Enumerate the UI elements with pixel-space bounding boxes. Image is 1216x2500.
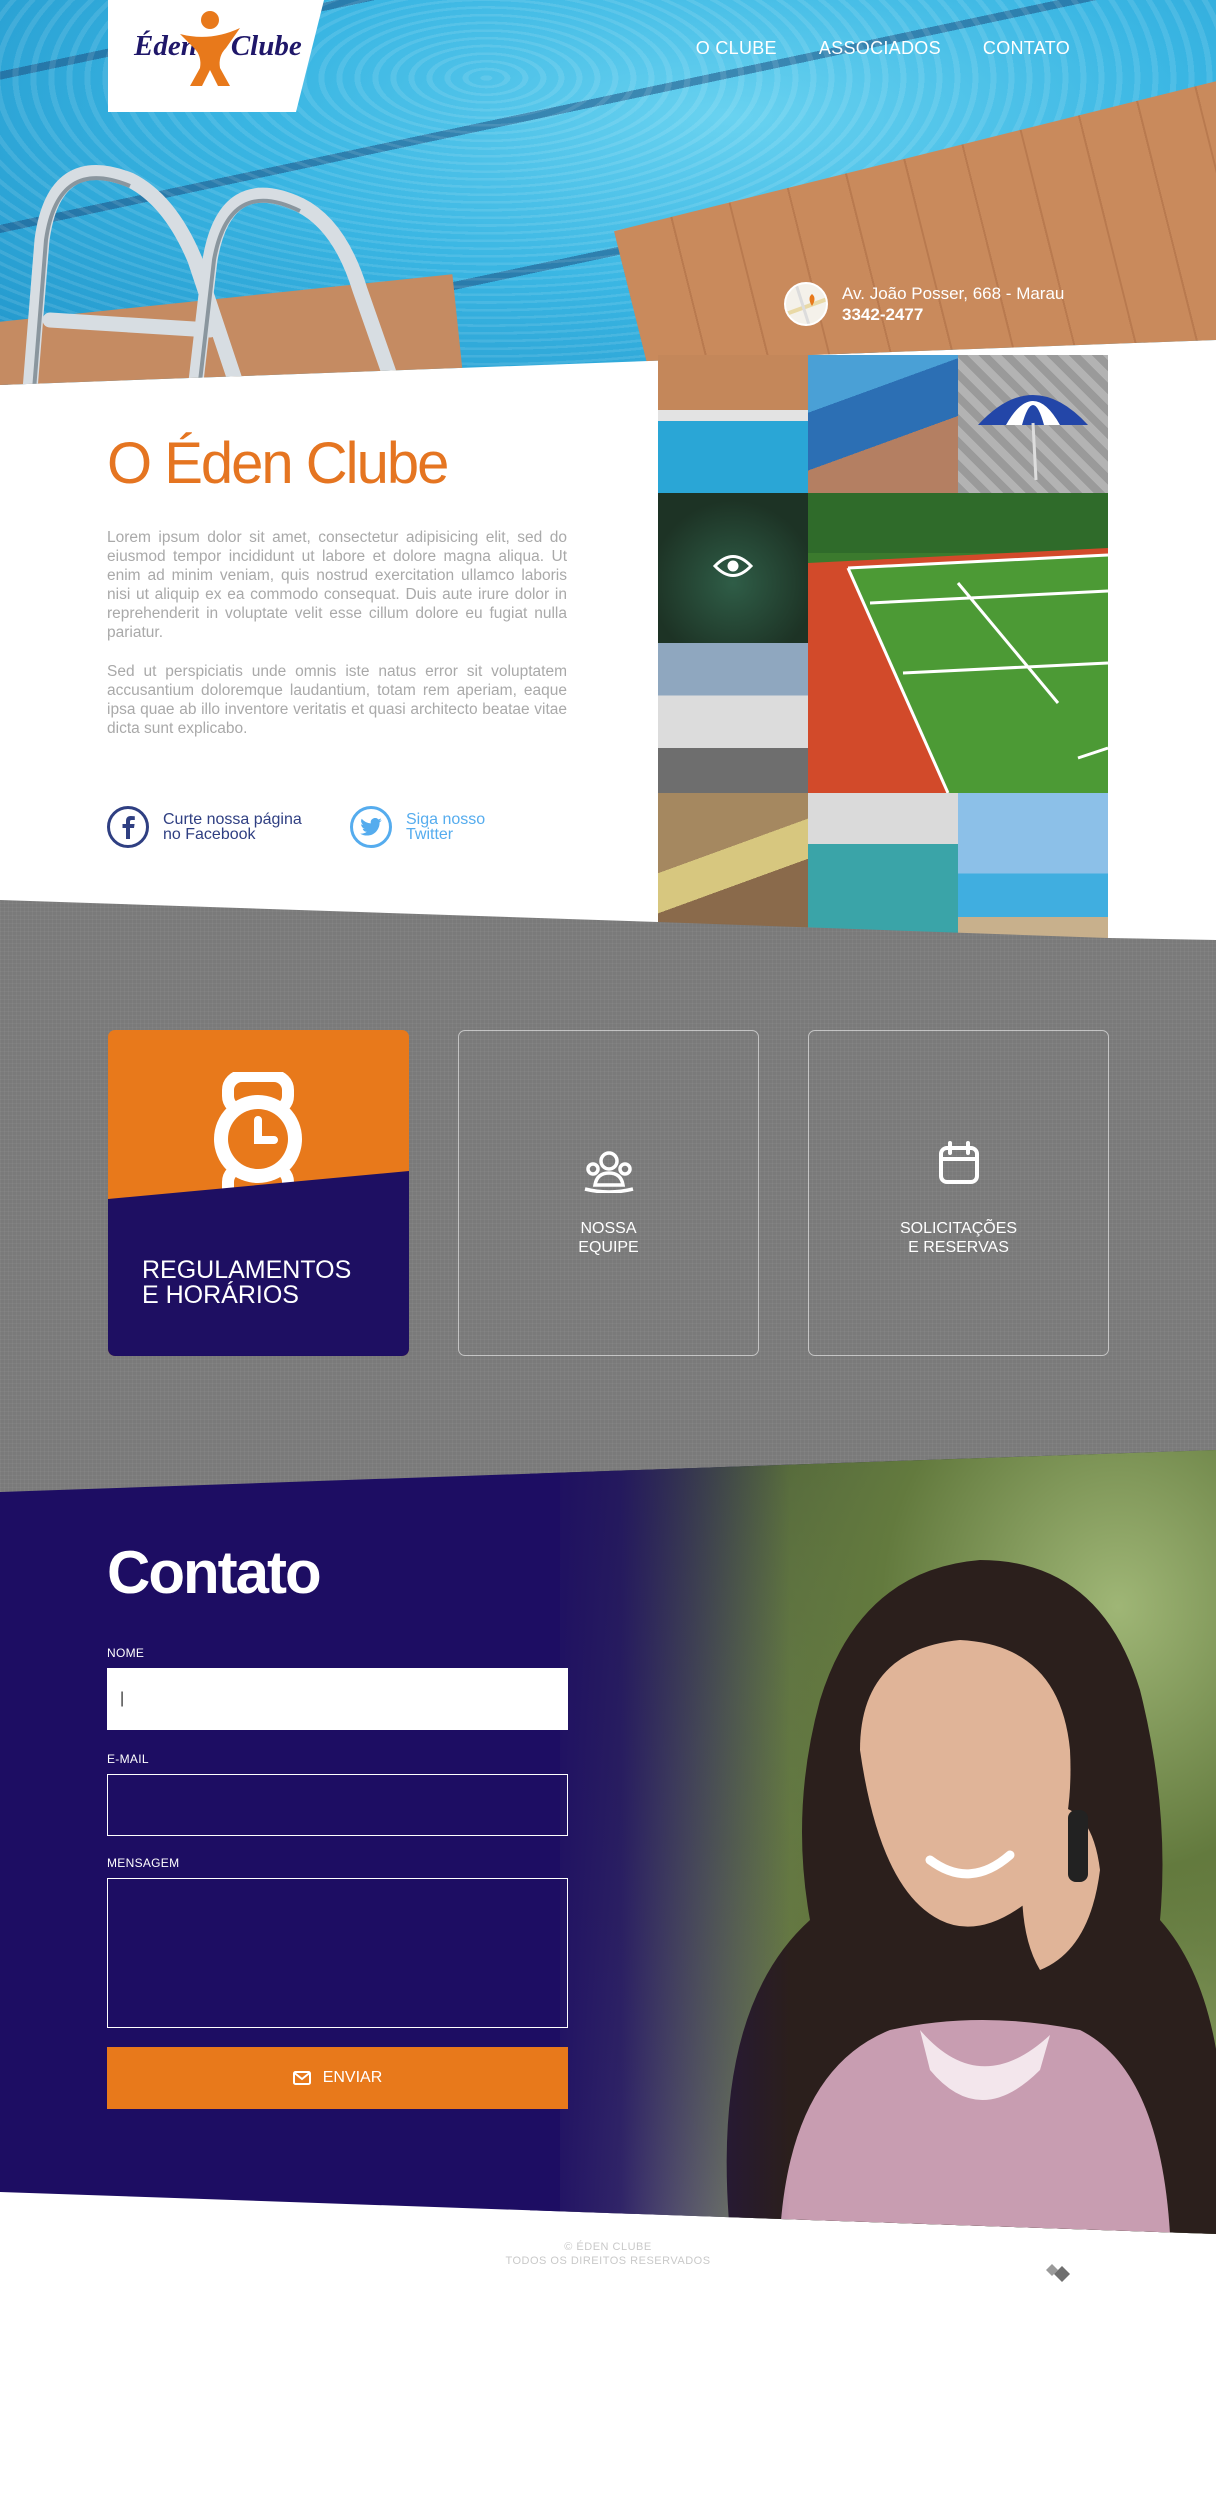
card-solicitacoes-line1: SOLICITAÇÕES [899,1220,1018,1237]
calendar-icon [939,1141,979,1184]
card-nossa-equipe-line1: NOSSA [580,1220,637,1237]
gallery-photo-loungers[interactable] [658,793,808,939]
map-pin-icon [784,282,828,326]
address-block[interactable]: Av. João Posser, 668 - Marau 3342-2477 [784,282,1064,326]
contact-title: Contato [107,1539,322,1606]
mail-icon [292,2071,311,2085]
team-icon [584,1151,634,1193]
email-label: E-MAIL [107,1752,149,1766]
hero-banner: Éden Clube O CLUBE ASSOCIADOS CONTATO Av.… [0,0,1216,385]
card-regulamentos-line1: REGULAMENTOS [142,1256,352,1284]
card-regulamentos[interactable]: REGULAMENTOS E HORÁRIOS [108,1030,409,1356]
pool-ladder-image [22,165,403,385]
name-label: NOME [107,1646,145,1660]
twitter-link-line1: Siga nosso [406,811,486,828]
gallery-photo-umbrella[interactable] [958,355,1108,493]
name-input[interactable] [107,1668,568,1730]
gallery-photo-indoor-pool[interactable] [808,793,958,939]
photo-gallery [658,355,1108,939]
gallery-photo-aerial[interactable] [658,493,808,643]
gallery-photo-building[interactable] [658,643,808,793]
logo-figure-icon [180,11,240,86]
card-solicitacoes-line2: E RESERVAS [908,1239,1009,1256]
twitter-icon [350,806,392,848]
gallery-photo-pool-edge[interactable] [658,355,808,493]
facebook-link-line2: no Facebook [163,826,256,843]
card-solicitacoes[interactable]: SOLICITAÇÕES E RESERVAS [808,1030,1109,1356]
send-button[interactable]: ENVIAR [107,2047,568,2109]
gallery-photo-waterslide[interactable] [808,355,958,493]
about-paragraph-2: Sed ut perspiciatis unde omnis iste natu… [107,663,567,737]
card-nossa-equipe[interactable]: NOSSA EQUIPE [458,1030,759,1356]
send-button-label: ENVIAR [322,2069,383,2086]
about-title: O Éden Clube [107,431,449,496]
facebook-link[interactable]: Curte nossa página no Facebook [107,806,302,848]
facebook-icon [107,806,149,848]
footer-rights: TODOS OS DIREITOS RESERVADOS [505,2255,711,2267]
facebook-link-line1: Curte nossa página [163,811,302,828]
main-nav: O CLUBE ASSOCIADOS CONTATO [696,38,1070,59]
email-input[interactable] [107,1774,568,1836]
footer-copyright: © ÉDEN CLUBE [564,2241,652,2253]
footer-logo-icon[interactable] [1044,2262,1072,2282]
contact-section: Contato NOME E-MAIL MENSAGEM ENVIAR [0,1450,1216,2234]
message-label: MENSAGEM [107,1856,180,1870]
twitter-link-line2: Twitter [406,826,454,843]
address-street: Av. João Posser, 668 - Marau [842,284,1065,303]
gallery-photo-diving-board[interactable] [958,793,1108,939]
footer: © ÉDEN CLUBE TODOS OS DIREITOS RESERVADO… [0,2240,1216,2268]
eye-icon [713,555,753,577]
about-paragraph-1: Lorem ipsum dolor sit amet, consectetur … [107,529,567,641]
message-textarea[interactable] [107,1878,568,2028]
nav-o-clube[interactable]: O CLUBE [696,38,777,59]
twitter-link[interactable]: Siga nosso Twitter [350,806,485,848]
card-nossa-equipe-line2: EQUIPE [578,1239,639,1256]
nav-contato[interactable]: CONTATO [983,38,1070,59]
gallery-photo-tennis-court[interactable] [808,493,1108,793]
address-phone: 3342-2477 [842,305,924,324]
card-regulamentos-line2: E HORÁRIOS [142,1281,299,1309]
logo[interactable]: Éden Clube [108,0,324,112]
nav-associados[interactable]: ASSOCIADOS [819,38,941,59]
